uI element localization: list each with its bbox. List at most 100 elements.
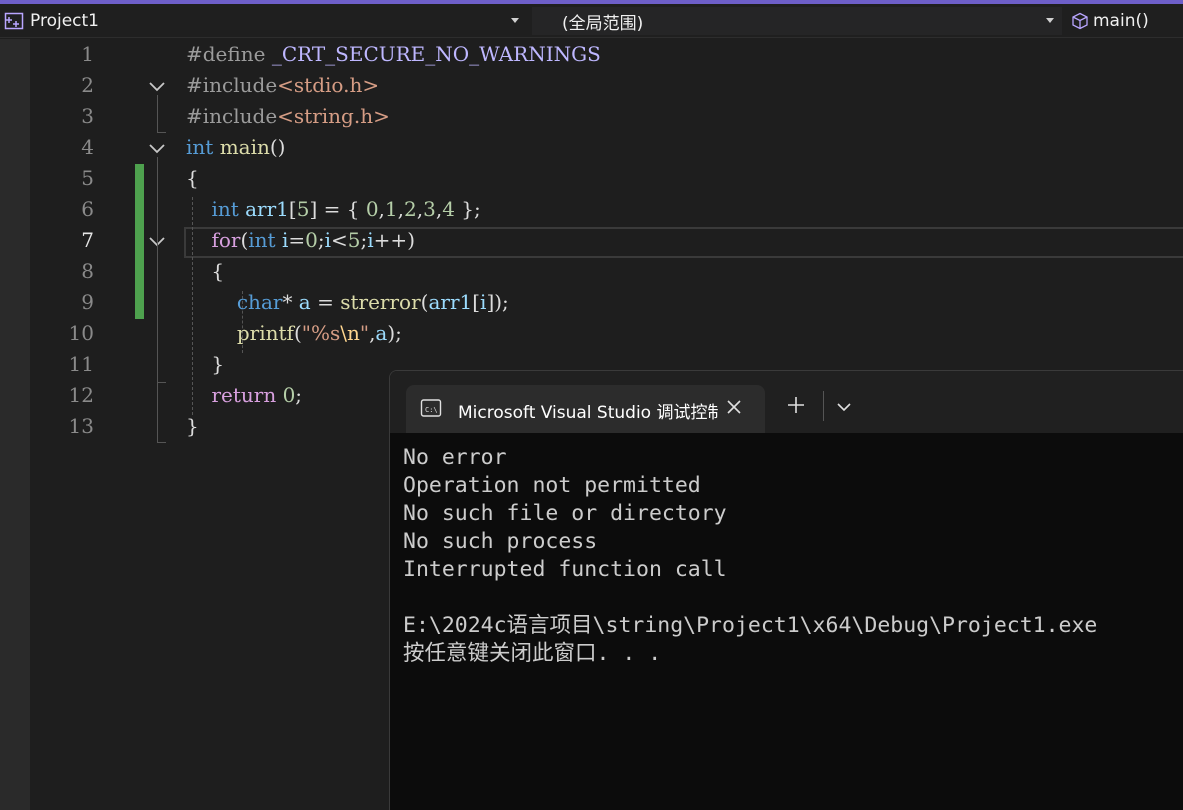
code-text: { [186,163,199,194]
code-token: 0 [365,197,379,221]
code-line[interactable]: 8 { [0,256,1183,287]
line-number: 10 [68,321,94,345]
code-token: < [331,228,348,252]
code-token: ++) [373,228,415,252]
member-name: main() [1093,11,1149,31]
member-dropdown[interactable]: main() [1067,7,1183,35]
code-token: ( [293,321,302,345]
project-dropdown[interactable]: Project1 [0,7,527,35]
code-token: "%s [301,321,341,345]
code-token: return [211,383,277,407]
code-token: a [375,321,388,345]
code-token: 4 [442,197,455,221]
code-token: #include [186,104,278,128]
debug-console-window[interactable]: C:\ Microsoft Visual Studio 调试控制台 No err… [389,370,1183,810]
code-line[interactable]: 3 #include<string.h> [0,101,1183,132]
code-text: } [186,349,224,380]
code-text: #include<string.h> [186,101,390,132]
code-line[interactable]: 4 int main() [0,132,1183,163]
code-token: 3 [423,197,436,221]
code-token: char [236,290,283,314]
code-token: " [359,321,370,345]
code-token: #define [186,42,272,66]
code-token: int [186,135,214,159]
project-name: Project1 [30,11,99,31]
code-token: 2 [404,197,417,221]
code-token: [ [288,197,297,221]
code-line[interactable]: 9 char* a = strerror(arr1[i]); [0,287,1183,318]
scope-dropdown[interactable]: (全局范围) [532,7,1062,35]
code-line[interactable]: 2 #include<stdio.h> [0,70,1183,101]
code-token: = [288,228,306,252]
code-line[interactable]: 10 printf("%s\n",a); [0,318,1183,349]
scope-label: (全局范围) [562,13,644,34]
code-text: char* a = strerror(arr1[i]); [186,287,509,318]
code-token: strerror [340,290,421,314]
project-icon [4,12,24,30]
console-line: No error [403,445,507,470]
line-number: 9 [81,290,94,314]
line-number: 2 [81,73,94,97]
code-token: <string.h> [277,104,390,128]
code-text: #define _CRT_SECURE_NO_WARNINGS [186,39,601,70]
code-token: 1 [384,197,398,221]
code-text: { [186,256,224,287]
line-number: 8 [81,259,94,283]
close-icon[interactable] [726,399,742,415]
code-token: _CRT_SECURE_NO_WARNINGS [271,42,601,66]
code-text: } [186,411,199,442]
console-line: E:\2024c语言项目\string\Project1\x64\Debug\P… [403,613,1098,638]
dropdown-arrow-icon [511,18,519,23]
code-text: int arr1[5] = { 0,1,2,3,4 }; [186,194,480,225]
code-token: } [186,352,225,376]
code-token: <stdio.h> [277,73,380,97]
line-number: 12 [68,383,94,407]
code-line[interactable]: 5{ [0,163,1183,194]
code-token: #include [186,73,278,97]
code-token: * [282,290,299,314]
code-token: } [186,414,199,438]
code-token: ); [387,321,402,345]
line-number: 1 [81,42,94,66]
line-number: 4 [81,135,94,159]
code-token: 0 [305,228,318,252]
navigation-bar: Project1 (全局范围) main() [0,4,1183,38]
code-token: ]); [486,290,509,314]
line-number: 5 [81,166,94,190]
code-token: for [211,228,241,252]
chevron-down-icon[interactable] [836,401,852,413]
console-icon: C:\ [420,399,442,417]
console-line: 按任意键关闭此窗口. . . [403,641,662,666]
code-line[interactable]: 7 for(int i=0;i<5;i++) [0,225,1183,256]
code-token: [ [472,290,481,314]
code-token: int [248,228,276,252]
console-output: No error Operation not permitted No such… [403,444,1183,668]
console-tab[interactable]: C:\ Microsoft Visual Studio 调试控制台 [406,385,765,433]
code-token: \n [340,321,360,345]
code-line[interactable]: 1 #define _CRT_SECURE_NO_WARNINGS [0,39,1183,70]
line-number: 6 [81,197,94,221]
console-line: No such process [403,529,598,554]
line-number: 11 [68,352,94,376]
line-number: 7 [81,228,94,252]
console-titlebar: C:\ Microsoft Visual Studio 调试控制台 [390,371,1183,433]
console-line: Interrupted function call [403,557,727,582]
code-token: 0 [282,383,296,407]
titlebar-separator [823,391,824,421]
console-tab-title: Microsoft Visual Studio 调试控制台 [458,403,718,423]
code-text: for(int i=0;i<5;i++) [186,225,415,256]
code-text: #include<stdio.h> [186,70,379,101]
code-line[interactable]: 6 int arr1[5] = { 0,1,2,3,4 }; [0,194,1183,225]
plus-icon[interactable] [786,395,806,415]
code-token: main [219,135,270,159]
code-token: int [211,197,239,221]
code-token: { [186,166,199,190]
code-text: printf("%s\n",a); [186,318,402,349]
cube-icon [1072,12,1088,30]
code-token: ; [317,228,325,252]
